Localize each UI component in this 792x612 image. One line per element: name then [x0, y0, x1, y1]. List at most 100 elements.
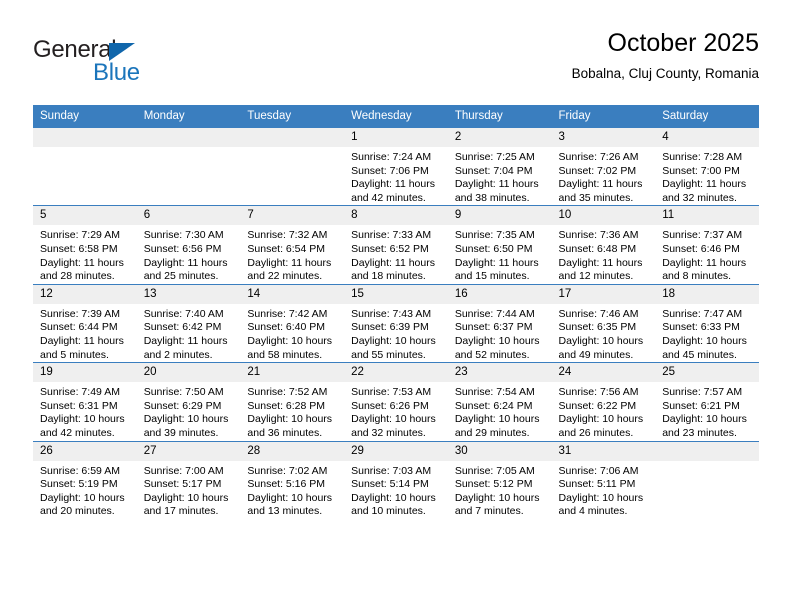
calendar-day-cell[interactable]: 11 Sunrise: 7:37 AM Sunset: 6:46 PM Dayligh… [655, 205, 759, 285]
calendar-day-cell[interactable]: 5 Sunrise: 7:29 AM Sunset: 6:58 PM Daylight… [33, 205, 137, 285]
general-blue-logo[interactable]: General Blue [33, 36, 233, 92]
calendar-day-cell[interactable]: 3 Sunrise: 7:26 AM Sunset: 7:02 PM Daylight… [551, 126, 656, 206]
calendar-day-cell[interactable]: 28 Sunrise: 7:02 AM Sunset: 5:16 PM Dayligh… [240, 440, 345, 519]
sunrise-time: Sunrise: 7:42 AM [247, 307, 328, 320]
calendar-week-row: 5 Sunrise: 7:29 AM Sunset: 6:58 PM Daylight… [33, 205, 759, 285]
day-number: 15 [344, 284, 448, 304]
calendar-day-cell[interactable]: 27 Sunrise: 7:00 AM Sunset: 5:17 PM Dayligh… [136, 440, 241, 519]
calendar-empty-cell [33, 126, 137, 206]
daylight-duration-line2: and 32 minutes. [351, 426, 426, 439]
calendar-day-cell[interactable]: 21 Sunrise: 7:52 AM Sunset: 6:28 PM Dayligh… [240, 362, 345, 441]
day-details: Sunrise: 7:56 AM Sunset: 6:22 PM Daylight:… [552, 382, 656, 440]
sunrise-time: Sunrise: 7:28 AM [662, 151, 743, 163]
daylight-duration-line2: and 58 minutes. [247, 348, 323, 361]
day-number: 27 [136, 441, 241, 461]
weekday-header-monday: Monday [136, 105, 241, 128]
calendar-day-cell[interactable]: 25 Sunrise: 7:57 AM Sunset: 6:21 PM Dayligh… [655, 362, 759, 441]
daylight-duration-line2: and 35 minutes. [558, 191, 634, 204]
sunrise-time: Sunrise: 7:35 AM [454, 229, 535, 242]
calendar-day-cell[interactable]: 15 Sunrise: 7:43 AM Sunset: 6:39 PM Dayligh… [344, 283, 448, 363]
day-details: Sunrise: 7:53 AM Sunset: 6:26 PM Daylight:… [344, 382, 448, 440]
day-number: 11 [655, 206, 759, 226]
sunrise-time: Sunrise: 7:29 AM [40, 229, 120, 242]
page-title: October 2025 [607, 29, 760, 57]
sunset-time: Sunset: 5:14 PM [351, 478, 429, 491]
sunset-time: Sunset: 6:46 PM [662, 242, 740, 255]
calendar-day-cell[interactable]: 17 Sunrise: 7:46 AM Sunset: 6:35 PM Dayligh… [551, 283, 656, 363]
day-number: 9 [447, 206, 552, 226]
day-number: 13 [136, 284, 241, 304]
sunrise-time: Sunrise: 7:50 AM [143, 386, 224, 399]
day-number: 26 [33, 441, 137, 461]
sunrise-time: Sunrise: 7:25 AM [454, 151, 535, 163]
sunrise-time: Sunrise: 7:32 AM [247, 229, 328, 242]
sunset-time: Sunset: 5:11 PM [558, 478, 636, 491]
calendar-day-cell[interactable]: 18 Sunrise: 7:47 AM Sunset: 6:33 PM Dayligh… [655, 283, 759, 363]
calendar-day-cell[interactable]: 1 Sunrise: 7:24 AM Sunset: 7:06 PM Daylight… [344, 126, 448, 206]
daylight-duration-line1: Daylight: 11 hours [143, 256, 228, 269]
calendar-day-cell[interactable]: 2 Sunrise: 7:25 AM Sunset: 7:04 PM Daylight… [447, 126, 552, 206]
day-details: Sunrise: 7:25 AM Sunset: 7:04 PM Daylight:… [448, 147, 552, 205]
day-number: 14 [240, 284, 345, 304]
day-number: 10 [551, 206, 656, 226]
sunrise-time: Sunrise: 7:39 AM [40, 307, 120, 320]
calendar-day-cell[interactable]: 6 Sunrise: 7:30 AM Sunset: 6:56 PM Daylight… [136, 205, 241, 285]
calendar-day-cell[interactable]: 24 Sunrise: 7:56 AM Sunset: 6:22 PM Dayligh… [551, 362, 656, 441]
sunset-time: Sunset: 6:56 PM [143, 242, 222, 255]
daylight-duration-line2: and 8 minutes. [662, 270, 732, 283]
calendar-day-cell[interactable]: 7 Sunrise: 7:32 AM Sunset: 6:54 PM Daylight… [240, 205, 345, 285]
day-number: 16 [447, 284, 552, 304]
sunset-time: Sunset: 6:33 PM [662, 321, 740, 334]
calendar-day-cell[interactable]: 14 Sunrise: 7:42 AM Sunset: 6:40 PM Dayligh… [240, 283, 345, 363]
calendar-day-cell[interactable]: 9 Sunrise: 7:35 AM Sunset: 6:50 PM Daylight… [447, 205, 552, 285]
daylight-duration-line1: Daylight: 11 hours [351, 178, 435, 191]
calendar-day-cell[interactable]: 13 Sunrise: 7:40 AM Sunset: 6:42 PM Dayligh… [136, 283, 241, 363]
daylight-duration-line1: Daylight: 11 hours [454, 178, 539, 191]
sunset-time: Sunset: 6:26 PM [351, 399, 429, 412]
sunrise-time: Sunrise: 7:43 AM [351, 307, 432, 320]
calendar-day-cell[interactable]: 4 Sunrise: 7:28 AM Sunset: 7:00 PM Daylight… [655, 126, 759, 206]
sunset-time: Sunset: 6:42 PM [143, 321, 222, 334]
sunset-time: Sunset: 6:44 PM [40, 321, 118, 334]
sunrise-time: Sunrise: 7:36 AM [558, 229, 639, 242]
calendar-day-cell[interactable]: 26 Sunrise: 6:59 AM Sunset: 5:19 PM Dayligh… [33, 440, 137, 519]
sunrise-time: Sunrise: 7:54 AM [454, 386, 535, 399]
calendar-day-cell[interactable]: 30 Sunrise: 7:05 AM Sunset: 5:12 PM Dayligh… [447, 440, 552, 519]
sunset-time: Sunset: 6:28 PM [247, 399, 326, 412]
calendar-day-cell[interactable]: 23 Sunrise: 7:54 AM Sunset: 6:24 PM Dayligh… [447, 362, 552, 441]
calendar-day-cell[interactable]: 29 Sunrise: 7:03 AM Sunset: 5:14 PM Dayligh… [344, 440, 448, 519]
sunset-time: Sunset: 6:29 PM [143, 399, 222, 412]
day-number: 30 [447, 441, 552, 461]
day-details: Sunrise: 6:59 AM Sunset: 5:19 PM Daylight:… [33, 461, 137, 519]
calendar-day-cell[interactable]: 31 Sunrise: 7:06 AM Sunset: 5:11 PM Dayligh… [551, 440, 656, 519]
day-number: 12 [33, 284, 137, 304]
daylight-duration-line2: and 26 minutes. [558, 426, 634, 439]
daylight-duration-line2: and 42 minutes. [351, 191, 426, 204]
calendar-day-cell[interactable]: 10 Sunrise: 7:36 AM Sunset: 6:48 PM Dayligh… [551, 205, 656, 285]
sunset-time: Sunset: 5:17 PM [143, 478, 222, 491]
day-number: 18 [655, 284, 759, 304]
calendar-day-cell[interactable]: 12 Sunrise: 7:39 AM Sunset: 6:44 PM Dayligh… [33, 283, 137, 363]
calendar-week-row: 19 Sunrise: 7:49 AM Sunset: 6:31 PM Dayligh… [33, 362, 759, 441]
day-details: Sunrise: 7:30 AM Sunset: 6:56 PM Daylight:… [137, 225, 241, 283]
day-details: Sunrise: 7:06 AM Sunset: 5:11 PM Daylight:… [552, 461, 656, 519]
daylight-duration-line1: Daylight: 10 hours [662, 413, 747, 426]
sunrise-time: Sunrise: 7:56 AM [558, 386, 639, 399]
sunrise-time: Sunrise: 7:47 AM [662, 307, 743, 320]
calendar-day-cell[interactable]: 20 Sunrise: 7:50 AM Sunset: 6:29 PM Dayligh… [136, 362, 241, 441]
day-details: Sunrise: 7:02 AM Sunset: 5:16 PM Daylight:… [240, 461, 344, 519]
daylight-duration-line2: and 55 minutes. [351, 348, 426, 361]
day-details: Sunrise: 7:52 AM Sunset: 6:28 PM Daylight:… [240, 382, 344, 440]
day-details: Sunrise: 7:49 AM Sunset: 6:31 PM Daylight:… [33, 382, 137, 440]
calendar-day-cell[interactable]: 19 Sunrise: 7:49 AM Sunset: 6:31 PM Dayligh… [33, 362, 137, 441]
calendar-day-cell[interactable]: 16 Sunrise: 7:44 AM Sunset: 6:37 PM Dayligh… [447, 283, 552, 363]
sunrise-time: Sunrise: 7:30 AM [143, 229, 224, 242]
day-details: Sunrise: 7:36 AM Sunset: 6:48 PM Daylight:… [552, 225, 656, 283]
calendar-empty-cell [655, 440, 759, 519]
daylight-duration-line1: Daylight: 10 hours [143, 491, 229, 504]
calendar-day-cell[interactable]: 22 Sunrise: 7:53 AM Sunset: 6:26 PM Dayligh… [344, 362, 448, 441]
day-details: Sunrise: 7:00 AM Sunset: 5:17 PM Daylight:… [137, 461, 241, 519]
calendar-day-cell[interactable]: 8 Sunrise: 7:33 AM Sunset: 6:52 PM Daylight… [344, 205, 448, 285]
daylight-duration-line2: and 20 minutes. [40, 505, 115, 518]
day-number: 7 [240, 206, 345, 226]
